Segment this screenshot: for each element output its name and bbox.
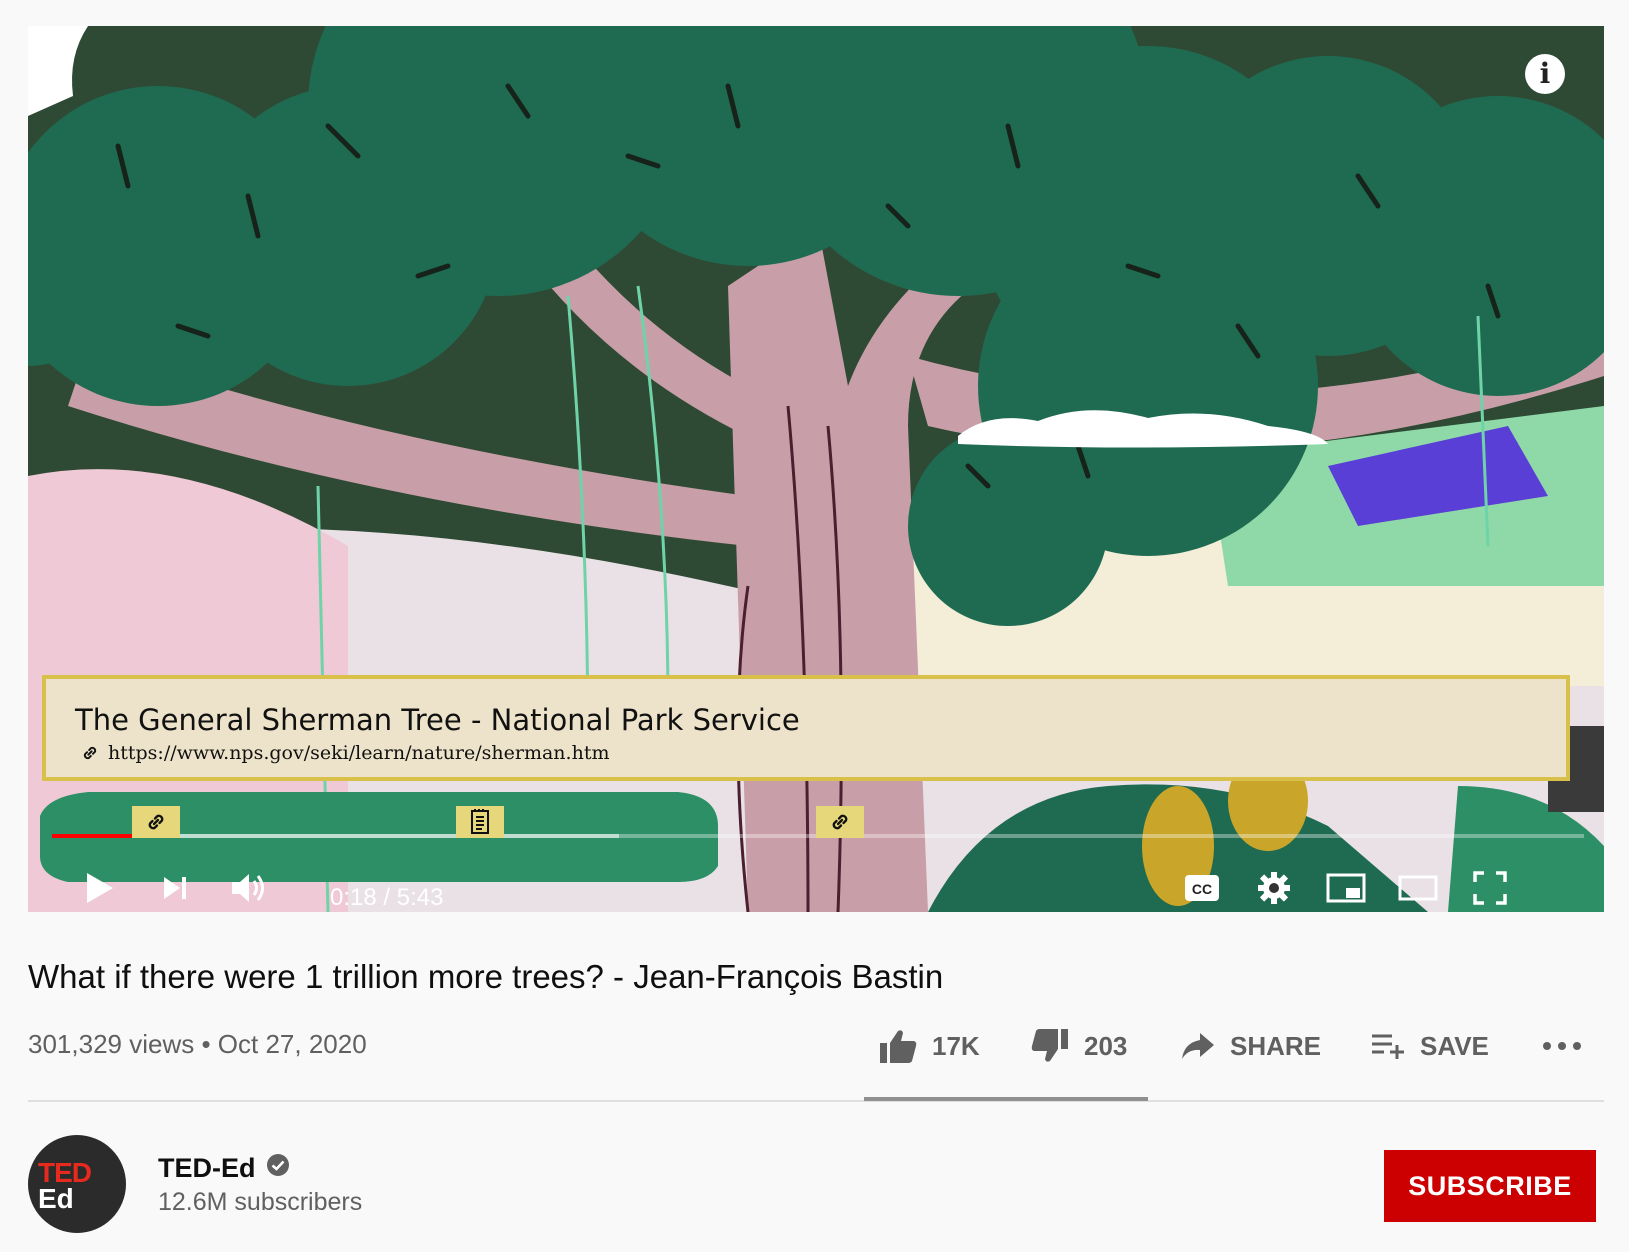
video-title: What if there were 1 trillion more trees… — [28, 958, 944, 995]
miniplayer-button[interactable] — [1324, 866, 1368, 910]
info-icon[interactable]: i — [1525, 54, 1565, 94]
playlist-add-icon — [1370, 1031, 1406, 1061]
annotation-url: https://www.nps.gov/seki/learn/nature/sh… — [108, 742, 610, 764]
chapter-marker-link-2[interactable] — [816, 806, 864, 838]
share-icon — [1180, 1031, 1216, 1061]
sentiment-bar — [864, 1097, 1148, 1101]
like-count: 17K — [932, 1030, 980, 1061]
fullscreen-icon — [1473, 871, 1507, 905]
view-count: 301,329 views — [28, 1029, 195, 1059]
channel-avatar[interactable]: TED Ed — [28, 1135, 126, 1233]
upload-date: Oct 27, 2020 — [217, 1029, 367, 1059]
link-icon — [80, 743, 100, 763]
volume-button[interactable] — [226, 866, 274, 910]
cc-icon: CC — [1184, 874, 1220, 902]
save-label: SAVE — [1420, 1030, 1489, 1061]
subscriber-count: 12.6M subscribers — [158, 1188, 363, 1216]
share-button[interactable]: SHARE — [1180, 1026, 1321, 1066]
video-meta: 301,329 views • Oct 27, 2020 — [28, 1029, 367, 1060]
svg-text:CC: CC — [1192, 881, 1212, 897]
channel-name: TED-Ed — [158, 1153, 256, 1183]
gear-icon — [1257, 871, 1291, 905]
subscribe-button[interactable]: SUBSCRIBE — [1384, 1150, 1596, 1222]
chapter-marker-link-1[interactable] — [132, 806, 180, 838]
settings-button[interactable] — [1252, 866, 1296, 910]
meta-separator: • — [201, 1029, 218, 1059]
captions-button[interactable]: CC — [1180, 866, 1224, 910]
link-icon — [144, 810, 168, 834]
play-button[interactable] — [78, 866, 122, 910]
thumbs-down-icon — [1030, 1027, 1070, 1065]
theater-mode-button[interactable] — [1396, 866, 1440, 910]
annotation-link[interactable]: https://www.nps.gov/seki/learn/nature/sh… — [80, 742, 609, 764]
avatar-text-bottom: Ed — [38, 1183, 74, 1214]
channel-name-link[interactable]: TED-Ed — [158, 1153, 290, 1184]
more-actions-button[interactable] — [1542, 1026, 1582, 1066]
divider — [28, 1100, 1604, 1102]
annotation-title: The General Sherman Tree - National Park… — [75, 703, 800, 737]
skip-next-icon — [161, 874, 189, 902]
time-display: 0:18 / 5:43 — [330, 884, 444, 911]
share-label: SHARE — [1230, 1030, 1322, 1061]
dislike-count: 203 — [1084, 1030, 1128, 1061]
next-button[interactable] — [153, 866, 197, 910]
annotation-card[interactable]: The General Sherman Tree - National Park… — [42, 675, 1570, 781]
like-button[interactable]: 17K — [878, 1026, 980, 1066]
chapter-marker-document[interactable] — [456, 806, 504, 838]
volume-icon — [230, 870, 270, 906]
verified-icon — [266, 1153, 290, 1184]
dislike-button[interactable]: 203 — [1030, 1026, 1127, 1066]
save-button[interactable]: SAVE — [1370, 1026, 1489, 1066]
thumbs-up-icon — [878, 1027, 918, 1065]
more-horizontal-icon — [1542, 1041, 1582, 1051]
fullscreen-button[interactable] — [1468, 866, 1512, 910]
video-player[interactable]: i The General Sherman Tree - National Pa… — [28, 26, 1604, 912]
play-icon — [85, 871, 115, 905]
miniplayer-icon — [1326, 873, 1366, 903]
link-icon — [828, 810, 852, 834]
theater-icon — [1398, 874, 1438, 902]
document-icon — [469, 809, 491, 835]
progress-played — [52, 834, 134, 838]
